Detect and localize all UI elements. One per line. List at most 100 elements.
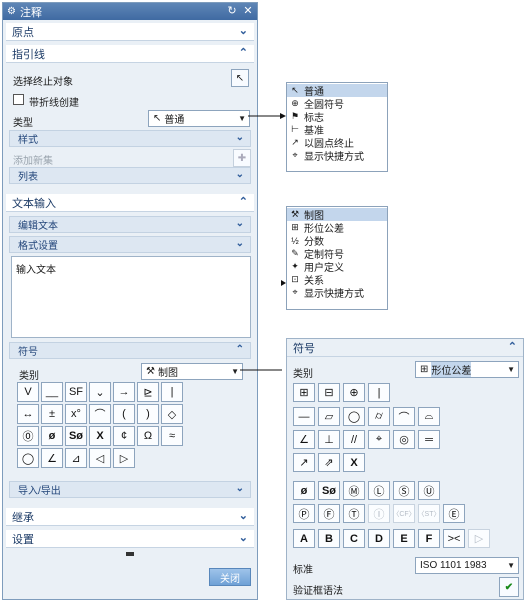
chevron-down-icon[interactable]: ⌄ [239, 24, 248, 37]
group-leader[interactable]: 指引线 ⌃ [6, 45, 254, 63]
symbol-button[interactable]: ± [41, 404, 63, 424]
group-settings[interactable]: 设置 ⌄ [6, 530, 254, 548]
menu-item[interactable]: ⌖ 显示快捷方式 [287, 149, 387, 163]
chevron-down-icon[interactable]: ⌄ [236, 483, 244, 494]
gdt-symbol-button[interactable]: Ⓕ [318, 504, 340, 523]
symbol-button[interactable]: ∠ [41, 448, 63, 468]
chevron-up-icon[interactable]: ⌃ [236, 344, 244, 355]
gdt-category-select[interactable]: ⊞ 形位公差 ▼ [415, 361, 519, 378]
gdt-symbol-button[interactable]: ⊞ [293, 383, 315, 402]
gdt-panel-header[interactable]: 符号 ⌃ [287, 339, 523, 357]
sub-import-export[interactable]: 导入/导出 ⌄ [9, 481, 251, 498]
menu-item[interactable]: ⚑ 标志 [287, 110, 387, 124]
symbol-button[interactable]: ⓪ [17, 426, 39, 446]
symbol-button[interactable]: ⊿ [65, 448, 87, 468]
symbol-button[interactable]: SF [65, 382, 87, 402]
chevron-down-icon[interactable]: ⌄ [239, 531, 248, 544]
chevron-down-icon[interactable]: ⌄ [236, 218, 244, 229]
leader-type-select[interactable]: ↖ 普通 ▼ [148, 110, 250, 127]
with-break-checkbox[interactable] [13, 94, 24, 105]
gdt-symbol-button[interactable]: Ⓔ [443, 504, 465, 523]
gdt-symbol-button[interactable]: // [343, 430, 365, 449]
symbol-button[interactable]: ⌄ [89, 382, 111, 402]
symbol-button[interactable]: | [161, 382, 183, 402]
symbol-button[interactable]: Ω [137, 426, 159, 446]
gdt-symbol-button[interactable]: ◯ [343, 407, 365, 426]
gdt-symbol-button[interactable]: C [343, 529, 365, 548]
chevron-down-icon[interactable]: ⌄ [236, 169, 244, 180]
symbol-button[interactable]: ⌒ [89, 404, 111, 424]
resize-grip[interactable] [126, 552, 134, 556]
symbol-button[interactable]: Sø [65, 426, 87, 446]
gdt-symbol-button[interactable]: ⌭ [368, 407, 390, 426]
symbol-button[interactable]: ) [137, 404, 159, 424]
symbol-category-select[interactable]: ⚒ 制图 ▼ [141, 363, 243, 380]
reset-icon[interactable]: ↻ [225, 4, 239, 18]
symbol-button[interactable]: ≈ [161, 426, 183, 446]
symbol-button[interactable]: ◁ [89, 448, 111, 468]
gdt-symbol-button[interactable]: ◎ [393, 430, 415, 449]
close-button[interactable]: 关闭 [209, 568, 251, 586]
group-text-input[interactable]: 文本输入 ⌃ [6, 194, 254, 212]
sub-style[interactable]: 样式 ⌄ [9, 130, 251, 147]
gdt-symbol-button[interactable]: Ⓣ [343, 504, 365, 523]
menu-item[interactable]: ⊞ 形位公差 [287, 221, 387, 235]
gdt-symbol-button[interactable]: E [393, 529, 415, 548]
group-origin[interactable]: 原点 ⌄ [6, 23, 254, 41]
symbol-button[interactable]: ⊵ [137, 382, 159, 402]
gdt-symbol-button[interactable]: ▱ [318, 407, 340, 426]
sub-format-setting[interactable]: 格式设置 ⌄ [9, 236, 251, 253]
gdt-symbol-button[interactable]: — [293, 407, 315, 426]
chevron-down-icon[interactable]: ⌄ [236, 238, 244, 249]
symbol-button[interactable]: __ [41, 382, 63, 402]
standard-select[interactable]: ISO 1101 1983 ▼ [415, 557, 519, 574]
menu-item[interactable]: ✦ 用户定义 [287, 260, 387, 274]
gdt-symbol-button[interactable]: ═ [418, 430, 440, 449]
gdt-symbol-button[interactable]: B [318, 529, 340, 548]
gdt-symbol-button[interactable]: Ⓛ [368, 481, 390, 500]
gdt-symbol-button[interactable]: ∠ [293, 430, 315, 449]
gdt-symbol-button[interactable]: >< [443, 529, 465, 548]
gdt-symbol-button[interactable]: 〈ST〉 [418, 504, 440, 523]
gdt-symbol-button[interactable]: Sø [318, 481, 340, 500]
gdt-symbol-button[interactable]: ▷ [468, 529, 490, 548]
gdt-symbol-button[interactable]: ⊟ [318, 383, 340, 402]
gdt-symbol-button[interactable]: ⌖ [368, 430, 390, 449]
annotation-text-area[interactable]: 输入文本 [11, 256, 251, 338]
gdt-symbol-button[interactable]: | [368, 383, 390, 402]
menu-item[interactable]: ⊕ 全圆符号 [287, 97, 387, 111]
gear-icon[interactable]: ⚙ [7, 6, 16, 17]
chevron-up-icon[interactable]: ⌃ [239, 46, 248, 59]
chevron-up-icon[interactable]: ⌃ [239, 195, 248, 208]
symbol-button[interactable]: ( [113, 404, 135, 424]
menu-item[interactable]: ⌖ 显示快捷方式 [287, 286, 387, 300]
gdt-symbol-button[interactable]: ⇗ [318, 453, 340, 472]
gdt-symbol-button[interactable]: X [343, 453, 365, 472]
gdt-symbol-button[interactable]: ø [293, 481, 315, 500]
symbol-button[interactable]: → [113, 382, 135, 402]
gdt-symbol-button[interactable]: Ⓢ [393, 481, 415, 500]
symbol-button[interactable]: ◇ [161, 404, 183, 424]
add-new-set-button[interactable]: ✚ [233, 149, 251, 167]
symbol-button[interactable]: ▷ [113, 448, 135, 468]
symbol-button[interactable]: V [17, 382, 39, 402]
gdt-symbol-button[interactable]: ⊥ [318, 430, 340, 449]
gdt-symbol-button[interactable]: 〈CF〉 [392, 504, 416, 523]
symbol-button[interactable]: ¢ [113, 426, 135, 446]
close-icon[interactable]: ✕ [241, 4, 255, 18]
symbol-button[interactable]: x° [65, 404, 87, 424]
validate-button[interactable]: ✔ [499, 577, 519, 597]
gdt-symbol-button[interactable]: Ⓟ [293, 504, 315, 523]
gdt-symbol-button[interactable]: D [368, 529, 390, 548]
gdt-symbol-button[interactable]: Ⓘ [368, 504, 390, 523]
sub-symbols[interactable]: 符号 ⌃ [9, 342, 251, 359]
gdt-symbol-button[interactable]: A [293, 529, 315, 548]
chevron-up-icon[interactable]: ⌃ [508, 340, 517, 353]
gdt-symbol-button[interactable]: Ⓤ [418, 481, 440, 500]
symbol-button[interactable]: ◯ [17, 448, 39, 468]
select-object-button[interactable]: ↖ [231, 69, 249, 87]
gdt-symbol-button[interactable]: ⌒ [393, 407, 415, 426]
chevron-down-icon[interactable]: ⌄ [236, 132, 244, 143]
gdt-symbol-button[interactable]: ⊕ [343, 383, 365, 402]
symbol-button[interactable]: ø [41, 426, 63, 446]
